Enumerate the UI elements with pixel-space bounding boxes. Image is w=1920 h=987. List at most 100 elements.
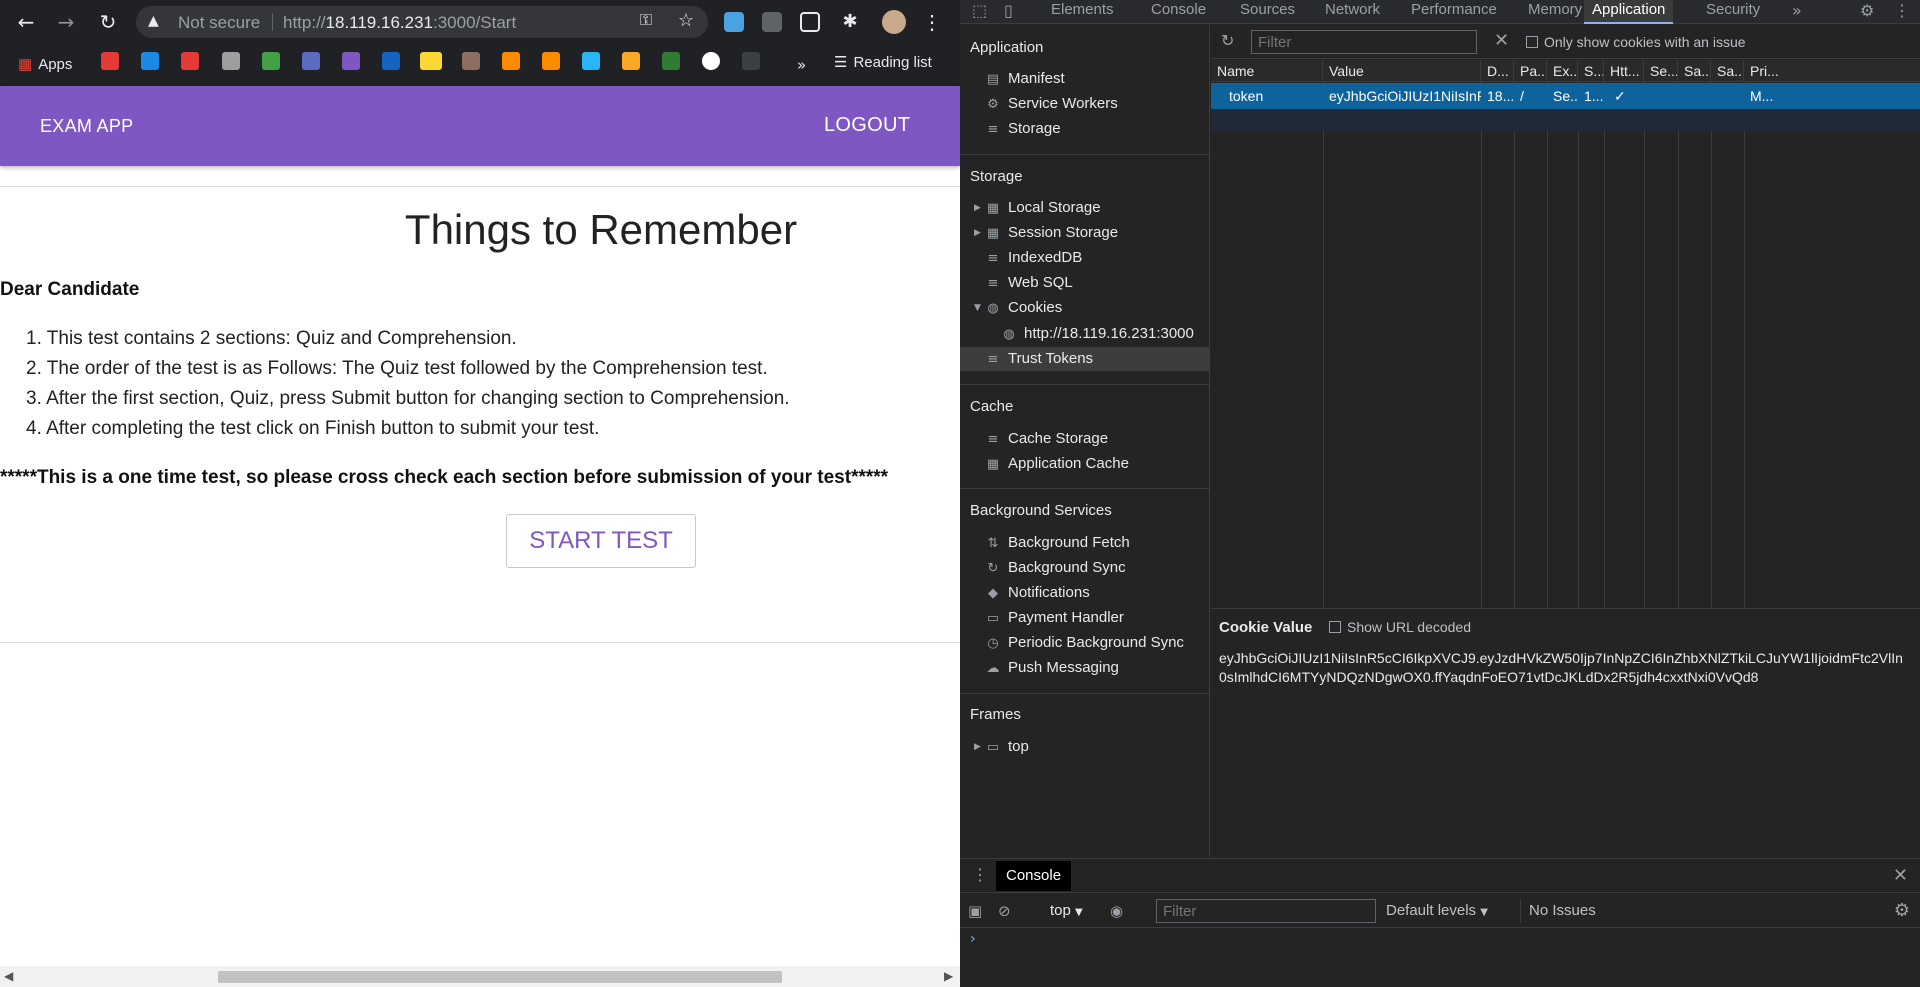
show-url-decoded-checkbox[interactable]: Show URL decoded bbox=[1329, 619, 1471, 635]
close-icon[interactable]: ✕ bbox=[1893, 865, 1908, 886]
google-icon[interactable] bbox=[702, 52, 720, 70]
column-header[interactable]: Htt... bbox=[1604, 60, 1644, 82]
sidebar-item-storage[interactable]: ≡ Storage bbox=[984, 117, 1061, 141]
drawer-menu-icon[interactable]: ⋮ bbox=[972, 865, 988, 884]
only-issues-checkbox[interactable]: Only show cookies with an issue bbox=[1526, 34, 1746, 50]
sidebar-item-session-storage[interactable]: ▦ Session Storage bbox=[984, 221, 1118, 245]
column-header[interactable]: D... bbox=[1481, 60, 1514, 82]
sidebar-item-notifications[interactable]: ◆ Notifications bbox=[984, 581, 1090, 605]
bookmark-icon[interactable] bbox=[582, 52, 600, 70]
bookmark-icon[interactable] bbox=[141, 52, 159, 70]
bookmark-icon[interactable] bbox=[262, 52, 280, 70]
column-header[interactable]: Sa... bbox=[1711, 60, 1744, 82]
bookmark-icon[interactable] bbox=[101, 52, 119, 70]
bookmark-icon[interactable] bbox=[462, 52, 480, 70]
apps-shortcut[interactable]: ▦ Apps bbox=[18, 53, 72, 77]
browser-menu-icon[interactable]: ⋮ bbox=[922, 10, 942, 35]
column-header[interactable]: Pri... bbox=[1744, 60, 1784, 82]
refresh-icon[interactable]: ↻ bbox=[1221, 31, 1234, 50]
bookmark-icon[interactable] bbox=[222, 52, 240, 70]
table-row[interactable]: token eyJhbGciOiJIUzI1NiIsInR5... 18... … bbox=[1211, 83, 1920, 109]
console-filter-input[interactable] bbox=[1156, 899, 1376, 923]
context-selector[interactable]: top ▼ bbox=[1050, 902, 1083, 919]
tab-application[interactable]: Application bbox=[1584, 0, 1674, 24]
bookmark-icon[interactable] bbox=[302, 52, 320, 70]
sidebar-item-cookie-origin[interactable]: ◍ http://18.119.16.231:3000 bbox=[1000, 322, 1194, 346]
back-icon[interactable]: ← bbox=[14, 10, 38, 34]
issues-badge[interactable]: No Issues bbox=[1520, 899, 1604, 923]
collapse-arrow-icon[interactable]: ▼ bbox=[974, 303, 981, 313]
sidebar-item-background-fetch[interactable]: ⇅ Background Fetch bbox=[984, 531, 1130, 555]
extension-icon[interactable] bbox=[724, 12, 744, 32]
logout-button[interactable]: LOGOUT bbox=[824, 114, 910, 137]
sidebar-item-application-cache[interactable]: ▦ Application Cache bbox=[984, 452, 1129, 476]
expand-arrow-icon[interactable]: ▶ bbox=[974, 203, 981, 213]
tab-elements[interactable]: Elements bbox=[1043, 0, 1122, 24]
tab-security[interactable]: Security bbox=[1698, 0, 1768, 24]
console-prompt-icon[interactable]: › bbox=[970, 931, 976, 947]
empty-row[interactable] bbox=[1211, 109, 1920, 131]
sidebar-item-indexeddb[interactable]: ≡ IndexedDB bbox=[984, 246, 1083, 270]
horizontal-scrollbar[interactable]: ◀ ▶ bbox=[0, 966, 960, 987]
start-test-button[interactable]: START TEST bbox=[506, 514, 696, 568]
tab-network[interactable]: Network bbox=[1317, 0, 1388, 24]
gear-icon[interactable]: ⚙ bbox=[1860, 1, 1874, 20]
more-tabs-icon[interactable]: » bbox=[1792, 1, 1802, 20]
expand-arrow-icon[interactable]: ▶ bbox=[974, 228, 981, 238]
inspect-element-icon[interactable]: ⬚ bbox=[972, 1, 987, 20]
sidebar-item-trust-tokens[interactable]: ≡ Trust Tokens bbox=[984, 347, 1094, 371]
bookmark-icon[interactable] bbox=[342, 52, 360, 70]
extensions-puzzle-icon[interactable]: ✱ bbox=[838, 10, 862, 34]
bookmark-icon[interactable] bbox=[662, 52, 680, 70]
gear-icon[interactable]: ⚙ bbox=[1894, 900, 1910, 921]
extension-icon[interactable] bbox=[762, 12, 782, 32]
sidebar-item-manifest[interactable]: ▤ Manifest bbox=[984, 67, 1065, 91]
sidebar-toggle-icon[interactable]: ▣ bbox=[968, 902, 982, 920]
kebab-menu-icon[interactable]: ⋮ bbox=[1894, 1, 1910, 20]
column-header[interactable]: Sa... bbox=[1678, 60, 1711, 82]
forward-icon[interactable]: → bbox=[54, 10, 78, 34]
log-levels-dropdown[interactable]: Default levels ▼ bbox=[1386, 902, 1488, 919]
cookie-filter-input[interactable] bbox=[1251, 30, 1477, 54]
bookmark-icon[interactable] bbox=[181, 52, 199, 70]
sidebar-item-payment-handler[interactable]: ▭ Payment Handler bbox=[984, 606, 1124, 630]
expand-arrow-icon[interactable]: ▶ bbox=[974, 742, 981, 752]
tab-performance[interactable]: Performance bbox=[1403, 0, 1505, 24]
column-header[interactable]: S... bbox=[1578, 60, 1604, 82]
reload-icon[interactable]: ↻ bbox=[96, 10, 120, 34]
tab-sources[interactable]: Sources bbox=[1232, 0, 1303, 24]
sidebar-item-local-storage[interactable]: ▦ Local Storage bbox=[984, 196, 1101, 220]
bookmark-star-icon[interactable]: ☆ bbox=[678, 10, 694, 31]
scrollbar-thumb[interactable] bbox=[218, 971, 782, 983]
sidebar-item-web-sql[interactable]: ≡ Web SQL bbox=[984, 271, 1073, 295]
column-header[interactable]: Ex... bbox=[1547, 60, 1578, 82]
bookmark-icon[interactable] bbox=[382, 52, 400, 70]
eye-icon[interactable]: ◉ bbox=[1110, 902, 1123, 920]
sidebar-item-background-sync[interactable]: ↻ Background Sync bbox=[984, 556, 1126, 580]
column-header[interactable]: Value bbox=[1323, 60, 1481, 82]
key-icon[interactable]: ⚿ bbox=[640, 12, 652, 30]
bookmark-icon[interactable] bbox=[742, 52, 760, 70]
tab-console[interactable]: Console bbox=[1143, 0, 1214, 24]
bookmark-icon[interactable] bbox=[420, 52, 442, 70]
clear-cookies-icon[interactable]: ✕ bbox=[1494, 30, 1509, 51]
column-header[interactable]: Pa... bbox=[1514, 60, 1547, 82]
tab-console-drawer[interactable]: Console bbox=[996, 861, 1072, 891]
sidebar-item-push-messaging[interactable]: ☁ Push Messaging bbox=[984, 656, 1119, 680]
screenshot-icon[interactable] bbox=[800, 12, 820, 32]
sidebar-item-cache-storage[interactable]: ≡ Cache Storage bbox=[984, 427, 1109, 451]
device-toolbar-icon[interactable]: ▯ bbox=[1004, 1, 1013, 20]
reading-list[interactable]: ☰ Reading list bbox=[834, 53, 932, 71]
tab-memory[interactable]: Memory bbox=[1520, 0, 1590, 24]
bookmark-icon[interactable] bbox=[622, 52, 640, 70]
avatar[interactable] bbox=[882, 10, 906, 34]
address-bar[interactable]: ▲ Not secure http://18.119.16.231:3000/S… bbox=[136, 6, 708, 38]
bookmark-icon[interactable] bbox=[542, 52, 560, 70]
column-header[interactable]: Se... bbox=[1644, 60, 1678, 82]
cookie-value-text[interactable]: eyJhbGciOiJIUzI1NiIsInR5cCI6IkpXVCJ9.eyJ… bbox=[1219, 649, 1909, 687]
app-title[interactable]: EXAM APP bbox=[40, 116, 133, 137]
scroll-right-icon[interactable]: ▶ bbox=[944, 969, 953, 983]
sidebar-item-cookies[interactable]: ◍ Cookies bbox=[984, 296, 1062, 320]
column-header[interactable]: Name bbox=[1211, 60, 1323, 82]
url-text[interactable]: http://18.119.16.231:3000/Start bbox=[283, 13, 516, 33]
